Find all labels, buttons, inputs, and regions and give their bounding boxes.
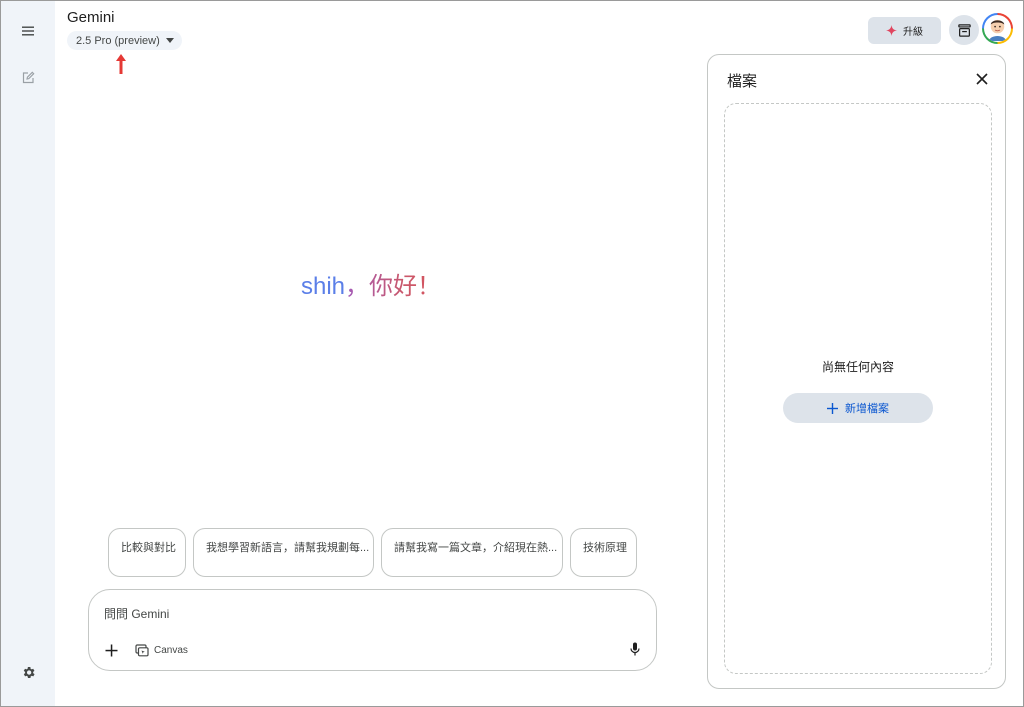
settings-button[interactable] <box>14 658 42 686</box>
suggestion-chip[interactable]: 請幫我寫一篇文章，介紹現在熱... <box>381 528 563 577</box>
close-icon <box>976 73 988 85</box>
file-drop-zone[interactable]: 尚無任何內容 新增檔案 <box>724 103 992 674</box>
greeting-text: ，你好！ <box>345 273 442 300</box>
mic-icon <box>630 642 640 656</box>
close-panel-button[interactable] <box>972 69 992 89</box>
canvas-label: Canvas <box>154 644 188 656</box>
avatar[interactable] <box>982 13 1013 44</box>
edit-icon <box>22 71 35 84</box>
sparkle-icon <box>886 25 897 36</box>
avatar-image <box>988 19 1007 41</box>
menu-icon <box>22 26 34 36</box>
model-selector[interactable]: 2.5 Pro (preview) <box>67 31 182 50</box>
add-file-label: 新增檔案 <box>845 403 889 415</box>
greeting: shih，你好！ <box>301 271 441 303</box>
greeting-name: shih <box>301 273 346 300</box>
add-file-button[interactable]: 新增檔案 <box>783 393 933 423</box>
model-label: 2.5 Pro (preview) <box>76 34 160 47</box>
plus-icon <box>105 644 117 656</box>
empty-state-text: 尚無任何內容 <box>821 360 894 374</box>
files-panel: 檔案 尚無任何內容 新增檔案 <box>707 54 1006 689</box>
gift-button[interactable] <box>949 15 979 45</box>
menu-button[interactable] <box>14 17 42 45</box>
suggestion-chip[interactable]: 比較與對比 <box>108 528 186 577</box>
suggestion-chip[interactable]: 我想學習新語言，請幫我規劃每... <box>193 528 374 577</box>
app-title: Gemini <box>67 9 115 26</box>
canvas-button[interactable]: Canvas <box>135 639 188 661</box>
caret-down-icon <box>165 38 174 43</box>
canvas-icon <box>135 643 149 656</box>
suggestion-chip[interactable]: 技術原理 <box>570 528 637 577</box>
prompt-input[interactable]: 問問 Gemini <box>104 605 169 622</box>
sidebar-rail <box>1 1 55 706</box>
annotation-arrow <box>116 54 126 74</box>
plus-icon <box>827 402 838 414</box>
gear-icon <box>23 666 35 678</box>
upgrade-label: 升級 <box>903 27 923 38</box>
prompt-composer[interactable]: 問問 Gemini Canvas <box>88 589 657 671</box>
panel-title: 檔案 <box>727 73 758 90</box>
gift-icon <box>957 23 971 37</box>
new-chat-button[interactable] <box>14 64 42 92</box>
microphone-button[interactable] <box>625 639 645 659</box>
upgrade-button[interactable]: 升級 <box>868 17 941 44</box>
add-attachment-button[interactable] <box>101 640 121 660</box>
